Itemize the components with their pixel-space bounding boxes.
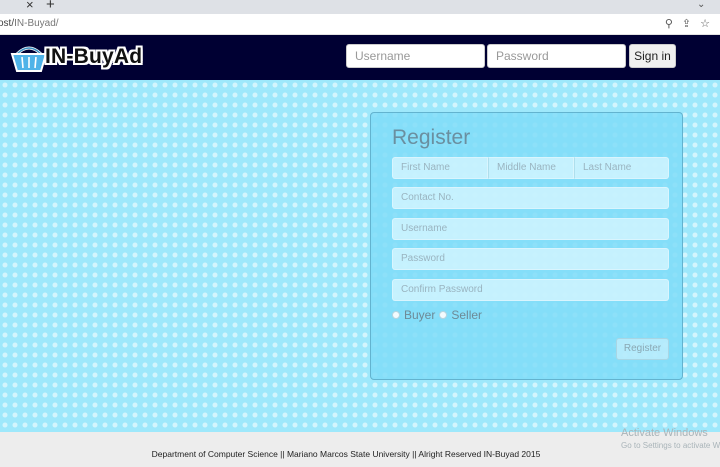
register-button[interactable]: Register <box>616 338 669 360</box>
role-radio-group: Buyer Seller <box>392 308 486 322</box>
url-path: IN-Buyad/ <box>14 18 59 29</box>
seller-radio[interactable] <box>439 311 448 319</box>
first-name-input[interactable]: First Name <box>392 157 488 179</box>
last-name-input[interactable]: Last Name <box>574 157 669 179</box>
seller-radio-label[interactable]: Seller <box>451 308 482 322</box>
register-username-input[interactable]: Username <box>392 218 669 240</box>
site-header: IN-BuyAd Username Password Sign in <box>0 35 720 80</box>
header-username-input[interactable]: Username <box>346 44 485 68</box>
logo-text: IN-BuyAd <box>45 45 143 68</box>
header-password-input[interactable]: Password <box>487 44 626 68</box>
activate-windows-subtitle: Go to Settings to activate Windows. <box>621 441 720 450</box>
contact-number-input[interactable]: Contact No. <box>392 187 669 209</box>
new-tab-icon[interactable]: + <box>46 0 55 12</box>
zoom-icon[interactable]: ⚲ <box>665 17 673 30</box>
register-title: Register <box>392 126 471 149</box>
close-tab-icon[interactable]: × <box>26 0 34 12</box>
buyer-radio[interactable] <box>392 311 400 319</box>
confirm-password-input[interactable]: Confirm Password <box>392 279 669 301</box>
sign-in-button[interactable]: Sign in <box>629 44 676 68</box>
buyer-radio-label[interactable]: Buyer <box>404 308 435 322</box>
address-bar-icons: ⚲ ⇪ ☆ <box>665 17 710 30</box>
register-password-input[interactable]: Password <box>392 248 669 270</box>
star-icon[interactable]: ☆ <box>700 17 710 30</box>
browser-tabstrip: × + ⌄ <box>0 0 720 14</box>
register-form: Register First Name Middle Name Last Nam… <box>370 112 683 380</box>
footer-text: Department of Computer Science || Marian… <box>151 449 541 459</box>
site-footer: Department of Computer Science || Marian… <box>0 432 720 467</box>
basket-logo-icon <box>10 46 48 72</box>
site-logo[interactable]: IN-BuyAd <box>10 40 142 74</box>
activate-windows-watermark: Activate Windows Go to Settings to activ… <box>621 427 720 450</box>
address-bar[interactable]: ost/IN-Buyad/ ⚲ ⇪ ☆ <box>0 14 720 35</box>
chevron-down-icon[interactable]: ⌄ <box>697 0 705 11</box>
url-text[interactable]: ost/IN-Buyad/ <box>0 18 59 29</box>
share-icon[interactable]: ⇪ <box>682 17 691 30</box>
middle-name-input[interactable]: Middle Name <box>488 157 574 179</box>
url-host: ost/ <box>0 18 15 29</box>
activate-windows-title: Activate Windows <box>621 427 708 439</box>
main-content: Register First Name Middle Name Last Nam… <box>0 80 720 432</box>
